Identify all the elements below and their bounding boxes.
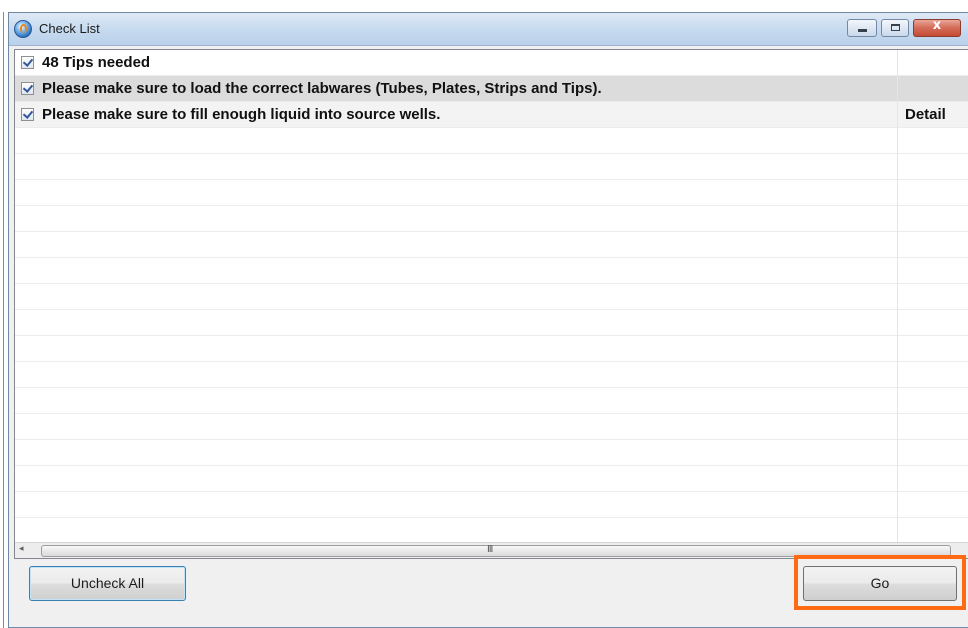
scroll-left-icon[interactable]: ◂: [19, 544, 24, 554]
window-title: Check List: [39, 21, 100, 36]
close-button[interactable]: x: [913, 18, 961, 37]
empty-row: [15, 284, 968, 310]
empty-row: [15, 206, 968, 232]
empty-row: [15, 492, 968, 518]
empty-row: [15, 180, 968, 206]
scroll-grip-icon: III: [487, 544, 493, 555]
go-button-highlight: [794, 555, 966, 610]
maximize-button[interactable]: [881, 19, 909, 37]
desktop-edge: [3, 12, 4, 628]
empty-row: [15, 154, 968, 180]
checklist-grid: 48 Tips needed Please make sure to load …: [14, 49, 968, 559]
title-bar[interactable]: Check List x: [9, 13, 968, 46]
empty-row: [15, 310, 968, 336]
check-list-window: Check List x 48 Tips needed Please make …: [8, 12, 968, 628]
empty-row: [15, 414, 968, 440]
desktop-background: [0, 0, 968, 12]
item-text: Please make sure to load the correct lab…: [42, 80, 602, 97]
minimize-icon: [858, 29, 867, 32]
empty-row: [15, 388, 968, 414]
item-checkbox[interactable]: [21, 108, 34, 121]
empty-row: [15, 440, 968, 466]
minimize-button[interactable]: [847, 19, 877, 37]
close-icon: x: [932, 18, 942, 33]
empty-row: [15, 466, 968, 492]
item-checkbox[interactable]: [21, 56, 34, 69]
uncheck-all-button[interactable]: Uncheck All: [29, 566, 186, 601]
list-item[interactable]: 48 Tips needed: [15, 50, 968, 76]
empty-row: [15, 258, 968, 284]
maximize-icon: [891, 24, 900, 31]
list-item[interactable]: Please make sure to load the correct lab…: [15, 76, 968, 102]
list-item[interactable]: Please make sure to fill enough liquid i…: [15, 102, 968, 128]
item-checkbox[interactable]: [21, 82, 34, 95]
empty-row: [15, 128, 968, 154]
empty-row: [15, 232, 968, 258]
app-globe-icon: [14, 20, 32, 38]
item-text: Please make sure to fill enough liquid i…: [42, 106, 441, 123]
empty-row: [15, 518, 968, 544]
column-divider: [897, 50, 898, 542]
empty-row: [15, 336, 968, 362]
item-text: 48 Tips needed: [42, 54, 151, 71]
detail-link[interactable]: Detail: [905, 106, 946, 123]
empty-row: [15, 362, 968, 388]
